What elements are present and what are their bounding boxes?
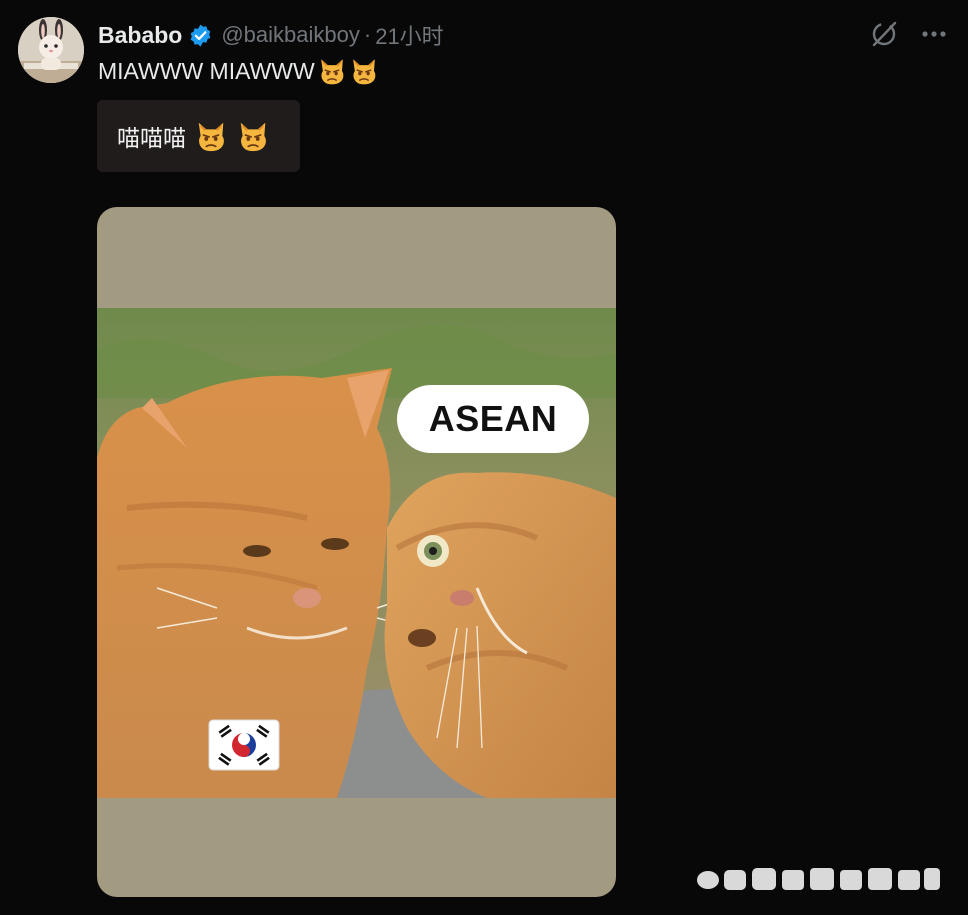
more-icon[interactable] (918, 18, 950, 50)
translation-box: 喵喵喵 (97, 100, 300, 172)
display-name[interactable]: Bababo (98, 22, 182, 49)
cats-photo (97, 308, 616, 798)
pouting-cat-icon (236, 119, 270, 153)
tweet-text: MIAWWW MIAWWW (98, 56, 379, 86)
avatar-bunny-figure-icon (18, 17, 84, 83)
tweet-header: Bababo @baikbaikboy · 21小时 (98, 20, 444, 50)
pouting-cat-icon (194, 119, 228, 153)
watermark (694, 862, 944, 896)
avatar[interactable] (18, 17, 84, 83)
pouting-cat-icon (317, 56, 347, 86)
translation-text: 喵喵喵 (117, 125, 186, 151)
media-image[interactable]: ASEAN (97, 207, 616, 897)
separator-dot: · (363, 22, 372, 47)
tweet-post: Bababo @baikbaikboy · 21小时 MIAWWW MIAWWW… (0, 0, 968, 915)
south-korea-flag-icon (208, 719, 280, 771)
grok-icon[interactable] (868, 18, 900, 50)
timestamp[interactable]: 21小时 (375, 19, 443, 51)
asean-label: ASEAN (397, 385, 589, 453)
top-actions (868, 18, 950, 50)
handle[interactable]: @baikbaikboy (221, 22, 360, 48)
pouting-cat-icon (349, 56, 379, 86)
tweet-text-content: MIAWWW MIAWWW (98, 57, 315, 84)
verified-badge-icon[interactable] (188, 23, 213, 48)
